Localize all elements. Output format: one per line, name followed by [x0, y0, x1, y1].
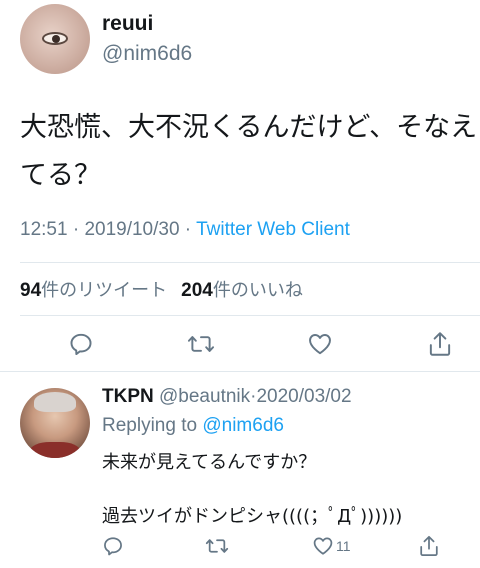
reply-date[interactable]: 2020/03/02 — [256, 386, 351, 407]
heart-icon — [309, 334, 331, 355]
like-count: 204 — [181, 280, 213, 301]
reply-user-handle[interactable]: @beautnik — [159, 386, 250, 407]
likes-stat[interactable]: 204件のいいね — [181, 280, 303, 301]
share-icon — [429, 332, 451, 356]
reply-icon — [70, 333, 92, 356]
avatar[interactable] — [20, 4, 90, 74]
meta-separator: · — [179, 219, 197, 240]
share-button[interactable] — [427, 330, 453, 358]
retweet-label: 件のリツイート — [41, 280, 168, 301]
tweet-text: 大恐慌、大不況くるんだけど、そなえ てる？ — [20, 104, 480, 200]
divider — [0, 371, 480, 372]
tweet-meta: 12:51 · 2019/10/30 · Twitter Web Client — [20, 219, 350, 241]
meta-separator: · — [67, 219, 85, 240]
divider — [20, 262, 480, 263]
share-icon — [420, 535, 438, 557]
tweet-date[interactable]: 2019/10/30 — [84, 219, 179, 240]
reply-display-name[interactable]: TKPN — [102, 386, 154, 407]
reply-tweet[interactable]: TKPN @beautnik·2020/03/02 Replying to @n… — [0, 374, 480, 568]
retweet-icon — [205, 539, 229, 553]
retweet-button[interactable] — [205, 535, 229, 557]
reply-text-line-2: 過去ツイがドンピシャ((((；ﾟДﾟ)))))) — [102, 506, 403, 527]
reply-icon — [104, 537, 122, 556]
tweet-stats: 94件のリツイート 204件のいいね — [20, 276, 303, 302]
tweet-text-line-1: 大恐慌、大不況くるんだけど、そなえ — [20, 112, 478, 143]
tweet-client-link[interactable]: Twitter Web Client — [196, 219, 350, 240]
display-name[interactable]: reuui — [102, 12, 153, 36]
retweet-button[interactable] — [187, 331, 215, 357]
avatar-hair — [34, 392, 76, 412]
reply-text: 未来が見えてるんですか？ 過去ツイがドンピシャ((((；ﾟДﾟ)))))) — [102, 450, 402, 530]
reply-header: TKPN @beautnik·2020/03/02 — [102, 386, 352, 408]
like-label: 件のいいね — [212, 280, 303, 301]
tweet-text-line-2: てる？ — [20, 160, 101, 191]
reply-button[interactable] — [68, 331, 94, 357]
user-handle[interactable]: @nim6d6 — [102, 42, 192, 66]
reply-like-count: 11 — [336, 538, 351, 554]
like-button[interactable]: 11 — [312, 535, 351, 557]
tweet-time[interactable]: 12:51 — [20, 219, 68, 240]
retweets-stat[interactable]: 94件のリツイート — [20, 280, 167, 301]
avatar[interactable] — [20, 388, 90, 458]
replying-to: Replying to @nim6d6 — [102, 415, 284, 437]
like-button[interactable] — [306, 331, 334, 357]
avatar-collar — [30, 442, 80, 458]
main-tweet: reuui @nim6d6 大恐慌、大不況くるんだけど、そなえ てる？ 12:5… — [0, 0, 480, 372]
replying-to-link[interactable]: @nim6d6 — [202, 415, 284, 436]
reply-button[interactable] — [102, 535, 124, 557]
retweet-icon — [187, 336, 215, 352]
divider — [20, 315, 480, 316]
share-button[interactable] — [418, 534, 440, 558]
retweet-count: 94 — [20, 280, 42, 301]
replying-prefix: Replying to — [102, 415, 203, 436]
avatar-eye — [42, 32, 68, 45]
reply-text-line-1: 未来が見えてるんですか？ — [102, 452, 317, 473]
heart-icon — [313, 537, 333, 555]
